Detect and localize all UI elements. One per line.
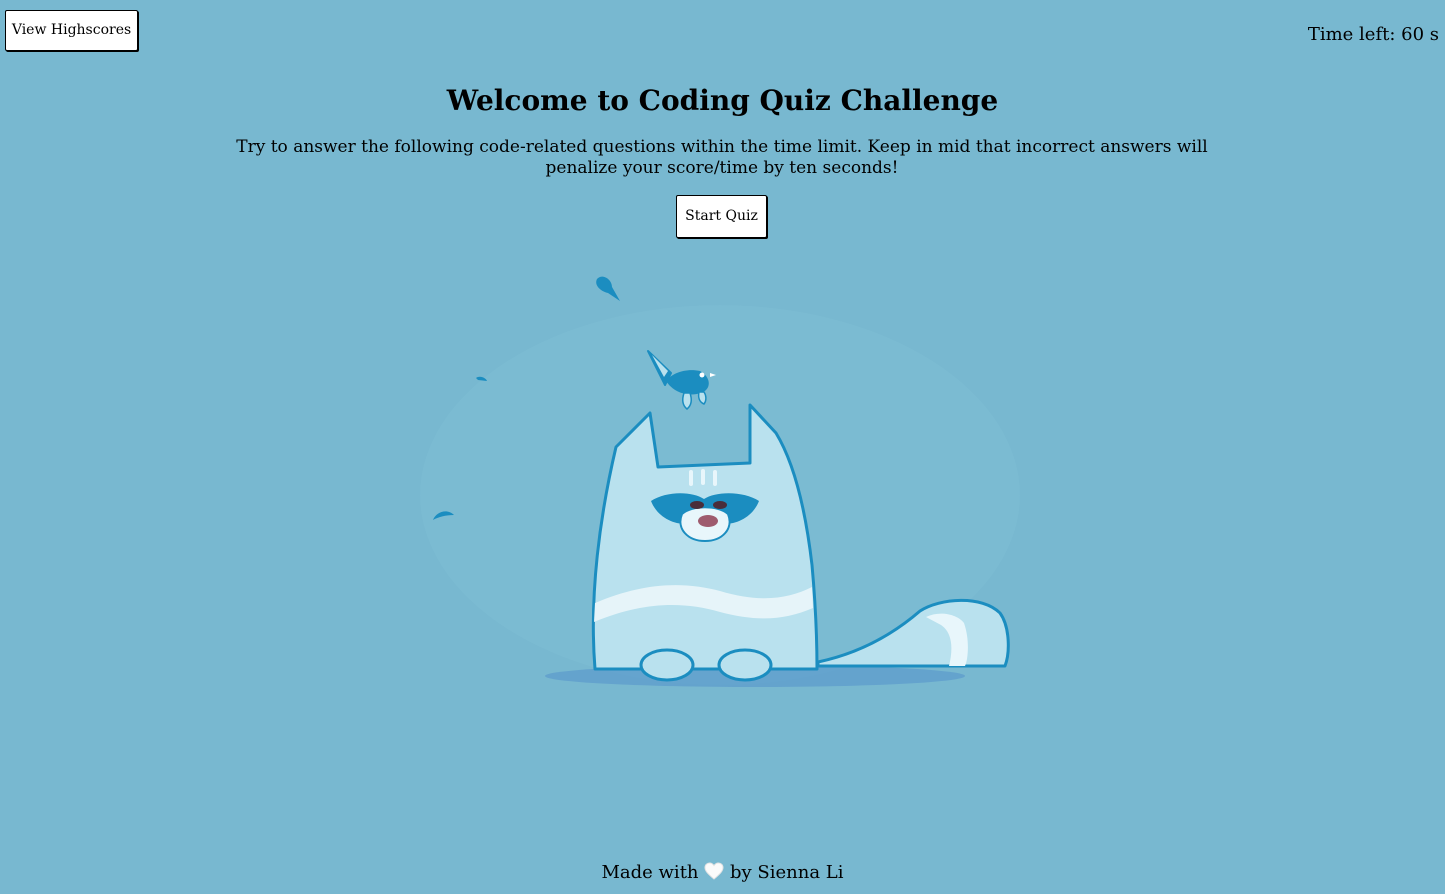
cat-with-bird-icon xyxy=(420,265,1040,695)
view-highscores-button[interactable]: View Highscores xyxy=(5,10,138,51)
white-heart-icon xyxy=(704,862,724,885)
quiz-instructions: Try to answer the following code-related… xyxy=(236,137,1208,178)
footer-credit: Made with by Sienna Li xyxy=(0,862,1445,885)
start-quiz-button[interactable]: Start Quiz xyxy=(676,195,767,238)
time-left-display: Time left: 60 s xyxy=(1307,24,1439,45)
page-title: Welcome to Coding Quiz Challenge xyxy=(446,84,999,117)
footer-prefix: Made with xyxy=(601,862,699,883)
footer-suffix: by Sienna Li xyxy=(730,862,844,883)
